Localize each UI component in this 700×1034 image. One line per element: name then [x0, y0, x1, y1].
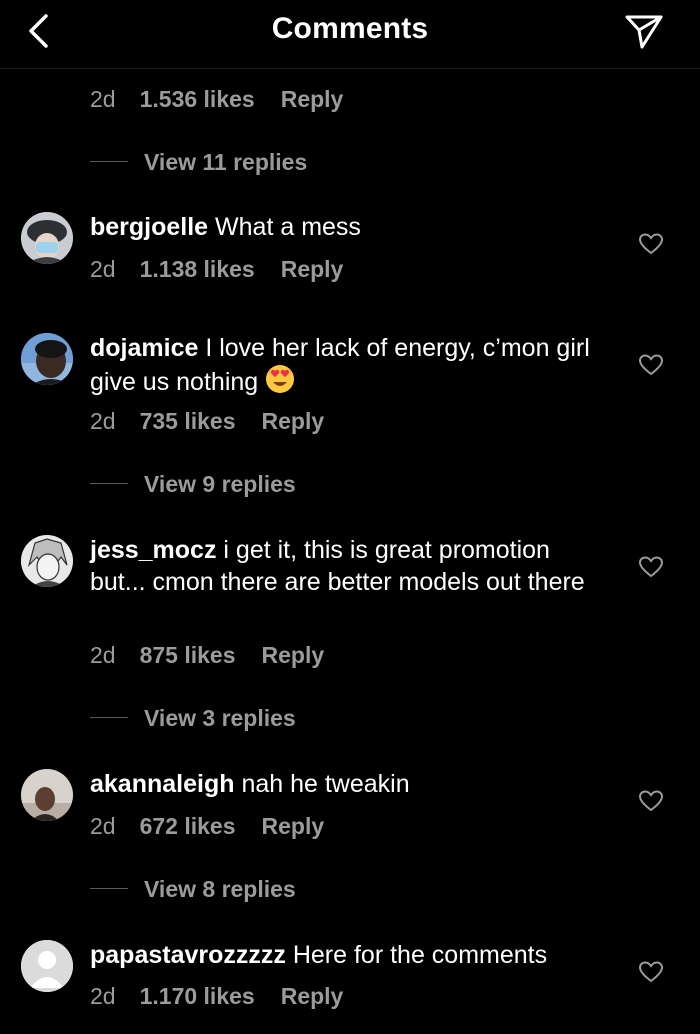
comment-username[interactable]: dojamice: [90, 334, 198, 362]
comment-meta: 2d 1.138 likes Reply: [90, 256, 343, 283]
avatar[interactable]: [21, 940, 73, 992]
comment-time: 2d: [90, 86, 116, 112]
view-replies-label: View 9 replies: [144, 471, 296, 497]
heart-eyes-emoji: [265, 364, 295, 402]
like-button[interactable]: [638, 789, 664, 813]
reply-button[interactable]: Reply: [262, 408, 325, 434]
reply-button[interactable]: Reply: [262, 813, 325, 839]
page-title: Comments: [271, 12, 429, 45]
reply-button[interactable]: Reply: [281, 86, 344, 112]
comment-text: Here for the comments: [292, 941, 548, 969]
comment-meta: 2d 672 likes Reply: [90, 813, 324, 840]
likes-count[interactable]: 672 likes: [140, 813, 236, 839]
share-button[interactable]: [624, 12, 664, 52]
comment-text-block: dojamice I love her lack of energy, c’mo…: [90, 332, 610, 402]
heart-outline-icon: [638, 790, 664, 812]
divider-line: [90, 888, 128, 890]
likes-count[interactable]: 1.170 likes: [140, 983, 255, 1009]
view-replies-label: View 8 replies: [144, 876, 296, 902]
comment-time: 2d: [90, 983, 116, 1009]
avatar[interactable]: [21, 769, 73, 821]
heart-outline-icon: [638, 556, 664, 578]
comment-text: What a mess: [215, 213, 361, 241]
heart-outline-icon: [638, 354, 664, 376]
comment-time: 2d: [90, 813, 116, 839]
comment-username[interactable]: jess_mocz: [90, 536, 216, 564]
view-replies-button[interactable]: View 9 replies: [90, 471, 296, 498]
like-button[interactable]: [638, 353, 664, 377]
comment-time: 2d: [90, 408, 116, 434]
reply-button[interactable]: Reply: [281, 983, 344, 1009]
like-button[interactable]: [638, 960, 664, 984]
divider-line: [90, 483, 128, 485]
like-button[interactable]: [638, 232, 664, 256]
comment-username[interactable]: papastavrozzzzz: [90, 941, 286, 969]
avatar[interactable]: [21, 535, 73, 587]
comment-text-block: jess_mocz i get it, this is great promot…: [90, 534, 610, 598]
comment-text-block: akannaleigh nah he tweakin: [90, 768, 610, 800]
heart-outline-icon: [638, 961, 664, 983]
divider-line: [90, 717, 128, 719]
comment-time: 2d: [90, 642, 116, 668]
comment-username[interactable]: akannaleigh: [90, 770, 235, 798]
avatar[interactable]: [21, 333, 73, 385]
reply-button[interactable]: Reply: [281, 256, 344, 282]
divider-line: [90, 161, 128, 163]
view-replies-button[interactable]: View 8 replies: [90, 876, 296, 903]
paper-plane-icon: [625, 15, 663, 49]
view-replies-button[interactable]: View 11 replies: [90, 149, 307, 176]
reply-button[interactable]: Reply: [262, 642, 325, 668]
likes-count[interactable]: 735 likes: [140, 408, 236, 434]
likes-count[interactable]: 1.138 likes: [140, 256, 255, 282]
header-bar: Comments: [0, 0, 700, 69]
likes-count[interactable]: 1.536 likes: [140, 86, 255, 112]
avatar[interactable]: [21, 212, 73, 264]
comment-meta: 2d 1.170 likes Reply: [90, 983, 343, 1010]
likes-count[interactable]: 875 likes: [140, 642, 236, 668]
comment-meta: 2d 875 likes Reply: [90, 642, 324, 669]
view-replies-button[interactable]: View 3 replies: [90, 705, 296, 732]
comment-time: 2d: [90, 256, 116, 282]
heart-outline-icon: [638, 233, 664, 255]
view-replies-label: View 3 replies: [144, 705, 296, 731]
comment-username[interactable]: bergjoelle: [90, 213, 208, 241]
like-button[interactable]: [638, 555, 664, 579]
comment-text-block: bergjoelle What a mess: [90, 211, 610, 243]
comment-meta: 2d 735 likes Reply: [90, 408, 324, 435]
comment-meta: 2d 1.536 likes Reply: [90, 86, 343, 113]
view-replies-label: View 11 replies: [144, 149, 308, 175]
default-avatar-icon: [21, 940, 73, 992]
comment-text-block: papastavrozzzzz Here for the comments: [90, 939, 610, 971]
comment-text: nah he tweakin: [241, 770, 410, 798]
